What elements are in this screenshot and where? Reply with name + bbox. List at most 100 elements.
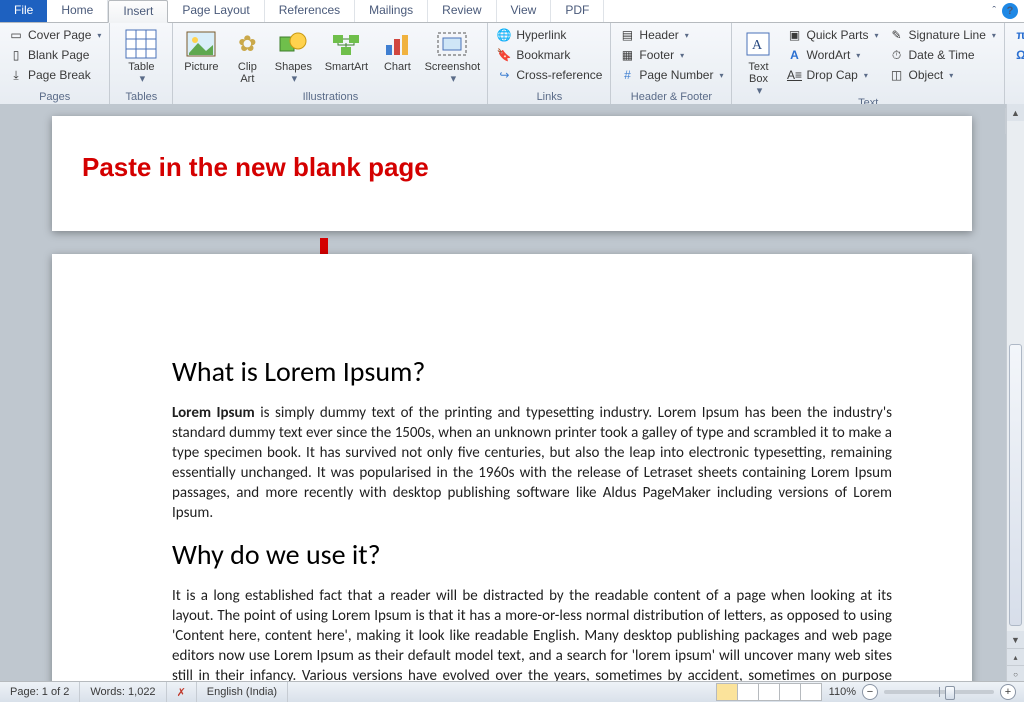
group-pages-label: Pages [4,91,105,105]
document-area[interactable]: ▦ Paste in the new blank page What is Lo… [0,104,1024,682]
tab-pdf[interactable]: PDF [551,0,604,22]
tab-mailings[interactable]: Mailings [355,0,428,22]
clipart-label: Clip Art [238,61,257,85]
blank-page-button[interactable]: ▯ Blank Page [4,45,105,65]
group-symbols-label: Symbols [1009,91,1024,105]
picture-icon [186,27,216,61]
svg-text:A: A [752,38,763,53]
heading-what-is: What is Lorem Ipsum? [172,354,892,389]
table-button[interactable]: Table▾ [114,25,168,85]
view-outline-button[interactable] [779,683,801,701]
page-break-button[interactable]: ⤓ Page Break [4,65,105,85]
tab-insert[interactable]: Insert [108,0,168,23]
equation-icon: π [1013,27,1024,43]
symbol-button[interactable]: Ω Symbol▾ [1009,45,1024,65]
bookmark-icon: 🔖 [496,47,512,63]
paragraph-1-rest: is simply dummy text of the printing and… [172,404,892,522]
status-words[interactable]: Words: 1,022 [80,682,166,702]
status-bar: Page: 1 of 2 Words: 1,022 ✗ English (Ind… [0,681,1024,702]
annotation-text: Paste in the new blank page [82,152,682,183]
chart-icon [383,27,411,61]
wordart-button[interactable]: A WordArt▾ [782,45,882,65]
page-break-label: Page Break [28,68,91,82]
tab-pagelayout[interactable]: Page Layout [168,0,264,22]
zoom-level[interactable]: 110% [829,686,856,698]
browse-object-icon[interactable]: ○ [1007,665,1024,682]
view-fullscreen-button[interactable] [737,683,759,701]
status-proof[interactable]: ✗ [167,682,197,702]
vertical-scrollbar[interactable]: ▲ ▼ ▴ ○ [1006,104,1024,682]
datetime-button[interactable]: ⏱ Date & Time [885,45,1000,65]
dropcap-label: Drop Cap [806,68,857,82]
view-weblayout-button[interactable] [758,683,780,701]
zoom-slider[interactable] [884,690,994,694]
paragraph-1-bold: Lorem Ipsum [172,404,255,422]
group-illustrations: Picture ✿ Clip Art Shapes▾ SmartArt [173,23,488,105]
group-text: A Text Box▾ ▣ Quick Parts▾ A WordArt▾ A≡… [732,23,1004,105]
blank-page-label: Blank Page [28,48,89,62]
paragraph-1: Lorem Ipsum is simply dummy text of the … [172,403,892,523]
view-printlayout-button[interactable] [716,683,738,701]
group-headerfooter: ▤ Header▾ ▦ Footer▾ # Page Number▾ Heade… [611,23,732,105]
pagenumber-button[interactable]: # Page Number▾ [615,65,727,85]
tab-home[interactable]: Home [47,0,108,22]
ribbon-minimize-icon[interactable]: ˆ [992,5,996,17]
textbox-icon: A [745,27,771,61]
clipart-icon: ✿ [238,27,256,61]
screenshot-label: Screenshot▾ [425,61,481,85]
dropcap-button[interactable]: A≡ Drop Cap▾ [782,65,882,85]
tab-references[interactable]: References [265,0,355,22]
status-language[interactable]: English (India) [197,682,288,702]
group-headerfooter-label: Header & Footer [615,91,727,105]
textbox-button[interactable]: A Text Box▾ [736,25,780,97]
scroll-thumb[interactable] [1009,344,1022,626]
zoom-in-button[interactable]: + [1000,684,1016,700]
shapes-button[interactable]: Shapes▾ [269,25,317,85]
scroll-up-icon[interactable]: ▲ [1007,104,1024,121]
footer-label: Footer [639,48,674,62]
quickparts-button[interactable]: ▣ Quick Parts▾ [782,25,882,45]
help-icon[interactable]: ? [1002,3,1018,19]
view-draft-button[interactable] [800,683,822,701]
paragraph-2: It is a long established fact that a rea… [172,586,892,682]
page-2[interactable]: What is Lorem Ipsum? Lorem Ipsum is simp… [52,254,972,682]
clipart-button[interactable]: ✿ Clip Art [227,25,267,85]
crossref-icon: ↪ [496,67,512,83]
bookmark-button[interactable]: 🔖 Bookmark [492,45,606,65]
zoom-out-button[interactable]: − [862,684,878,700]
table-icon [125,27,157,61]
screenshot-button[interactable]: Screenshot▾ [421,25,483,85]
hyperlink-button[interactable]: 🌐 Hyperlink [492,25,606,45]
smartart-icon [331,27,361,61]
crossref-button[interactable]: ↪ Cross-reference [492,65,606,85]
scroll-down-icon[interactable]: ▼ [1007,631,1024,648]
zoom-slider-knob[interactable] [945,686,955,700]
quickparts-label: Quick Parts [806,28,868,42]
header-button[interactable]: ▤ Header▾ [615,25,727,45]
object-label: Object [909,68,944,82]
tab-review[interactable]: Review [428,0,496,22]
cover-page-button[interactable]: ▭ Cover Page▾ [4,25,105,45]
quickparts-icon: ▣ [786,27,802,43]
group-tables: Table▾ Tables [110,23,173,105]
pagenumber-icon: # [619,67,635,83]
footer-button[interactable]: ▦ Footer▾ [615,45,727,65]
document-body[interactable]: What is Lorem Ipsum? Lorem Ipsum is simp… [172,354,892,682]
group-links: 🌐 Hyperlink 🔖 Bookmark ↪ Cross-reference… [488,23,611,105]
wordart-icon: A [786,47,802,63]
picture-button[interactable]: Picture [177,25,225,73]
cover-page-label: Cover Page [28,28,91,42]
tab-file[interactable]: File [0,0,47,22]
page-break-icon: ⤓ [8,67,24,83]
chart-button[interactable]: Chart [375,25,419,73]
datetime-icon: ⏱ [889,47,905,63]
equation-button[interactable]: π Equation▾ [1009,25,1024,45]
tab-view[interactable]: View [497,0,552,22]
object-button[interactable]: ◫ Object▾ [885,65,1000,85]
signatureline-button[interactable]: ✎ Signature Line▾ [885,25,1000,45]
smartart-button[interactable]: SmartArt [319,25,373,73]
shapes-icon [278,27,308,61]
prev-page-icon[interactable]: ▴ [1007,648,1024,665]
table-label: Table▾ [128,61,154,85]
status-page[interactable]: Page: 1 of 2 [0,682,80,702]
